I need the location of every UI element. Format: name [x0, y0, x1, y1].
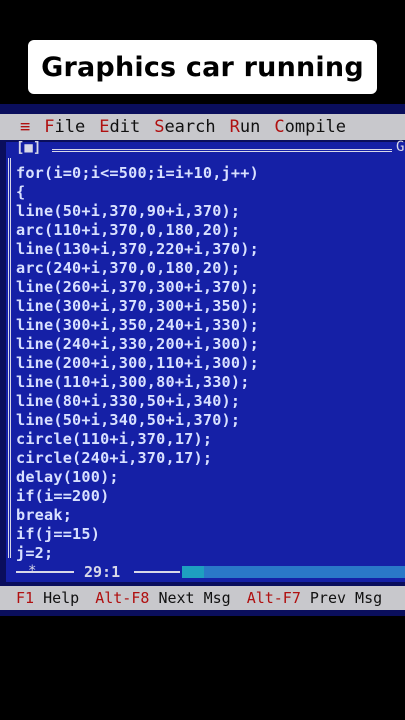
hint-next-msg-key: Alt-F8: [95, 589, 150, 607]
system-menu[interactable]: ≡: [20, 117, 30, 137]
menu-compile-hotkey: C: [274, 117, 285, 137]
menu-compile[interactable]: Compile: [274, 117, 346, 137]
code-line: {: [16, 183, 26, 201]
menu-edit-label: dit: [109, 117, 141, 137]
code-line: for(i=0;i<=500;i=i+10,j++): [16, 164, 259, 182]
code-line: line(300+i,370,300+i,350);: [16, 297, 259, 315]
code-line: arc(110+i,370,0,180,20);: [16, 221, 241, 239]
hint-help-label: Help: [43, 589, 80, 607]
menu-search-hotkey: S: [154, 117, 165, 137]
code-line: line(130+i,370,220+i,370);: [16, 240, 259, 258]
window-title-frame: [■] G: [6, 139, 405, 158]
code-line: line(110+i,300,80+i,330);: [16, 373, 250, 391]
cursor-position: 29:1: [84, 563, 121, 581]
menu-file-hotkey: F: [44, 117, 55, 137]
menu-run[interactable]: Run: [230, 117, 261, 137]
code-line: line(80+i,330,50+i,340);: [16, 392, 241, 410]
menu-compile-label: ompile: [284, 117, 347, 137]
code-line: if(i==200): [16, 487, 110, 505]
code-line: line(200+i,300,110+i,300);: [16, 354, 259, 372]
menu-edit[interactable]: Edit: [99, 117, 140, 137]
code-line: line(50+i,370,90+i,370);: [16, 202, 241, 220]
hint-prev-msg[interactable]: Alt-F7 Prev Msg: [247, 589, 382, 607]
hint-prev-msg-label: Prev Msg: [309, 589, 383, 607]
editor-window[interactable]: [■] G for(i=0;i<=500;i=i+10,j++){line(50…: [6, 139, 405, 582]
status-frame-line: [16, 571, 74, 573]
code-line: line(240+i,330,200+i,300);: [16, 335, 259, 353]
modified-indicator: *: [28, 563, 37, 579]
frame-double-line: [52, 149, 392, 152]
code-line: if(j==15): [16, 525, 101, 543]
code-line: circle(240+i,370,17);: [16, 449, 213, 467]
menu-run-hotkey: R: [229, 117, 240, 137]
status-frame-line-right: [134, 571, 180, 573]
video-caption: Graphics car running: [28, 40, 377, 94]
hint-prev-msg-key: Alt-F7: [246, 589, 301, 607]
editor-status-line: * 29:1: [6, 562, 405, 582]
code-line: circle(110+i,370,17);: [16, 430, 213, 448]
menu-edit-hotkey: E: [99, 117, 110, 137]
code-area[interactable]: for(i=0;i<=500;i=i+10,j++){line(50+i,370…: [16, 164, 259, 563]
menu-search[interactable]: Search: [154, 117, 215, 137]
turbo-c-screen: ≡ File Edit Search Run Compile [■] G for…: [0, 104, 405, 616]
menu-file-label: ile: [54, 117, 86, 137]
horizontal-scroll-thumb[interactable]: [182, 566, 204, 578]
close-window-button[interactable]: [■]: [16, 140, 41, 156]
menu-search-label: earch: [164, 117, 216, 137]
menu-file[interactable]: File: [44, 117, 85, 137]
menu-bar: ≡ File Edit Search Run Compile: [0, 114, 405, 140]
frame-left-border: [8, 158, 11, 558]
code-line: break;: [16, 506, 73, 524]
hint-help-key: F1: [16, 589, 35, 607]
code-line: line(260+i,370,300+i,370);: [16, 278, 259, 296]
code-line: arc(240+i,370,0,180,20);: [16, 259, 241, 277]
hint-next-msg[interactable]: Alt-F8 Next Msg: [95, 589, 230, 607]
hint-help[interactable]: F1 Help: [16, 589, 79, 607]
code-line: delay(100);: [16, 468, 119, 486]
function-key-bar: F1 Help Alt-F8 Next Msg Alt-F7 Prev Msg: [0, 586, 405, 610]
horizontal-scrollbar[interactable]: [204, 566, 405, 578]
menu-run-label: un: [239, 117, 261, 137]
code-line: j=2;: [16, 544, 54, 562]
frame-edge-char: G: [396, 139, 405, 155]
caption-text: Graphics car running: [41, 51, 364, 83]
code-line: line(300+i,350,240+i,330);: [16, 316, 259, 334]
hint-next-msg-label: Next Msg: [158, 589, 231, 607]
code-line: line(50+i,340,50+i,370);: [16, 411, 241, 429]
